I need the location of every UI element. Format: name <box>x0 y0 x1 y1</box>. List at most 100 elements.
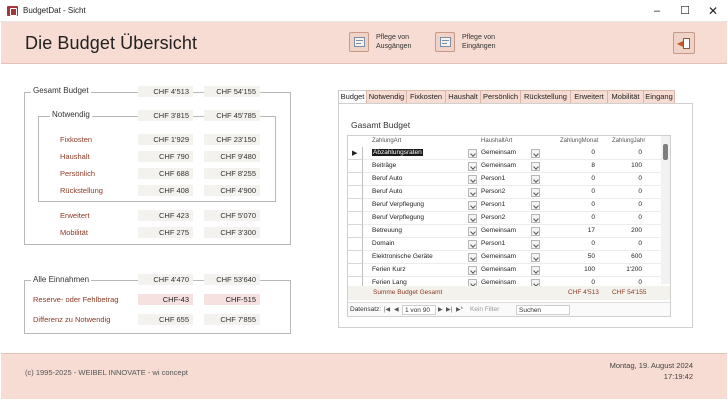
cell-zahlungart[interactable]: Beruf Verpflegung <box>372 201 424 208</box>
cell-zahlungmonat[interactable]: 100 <box>584 266 595 273</box>
cell-zahlungmonat[interactable]: 0 <box>591 188 595 195</box>
chevron-down-icon[interactable] <box>468 149 477 158</box>
chevron-down-icon[interactable] <box>531 266 540 275</box>
cell-zahlungmonat[interactable]: 0 <box>591 214 595 221</box>
cell-zahlungmonat[interactable]: 0 <box>591 240 595 247</box>
search-input[interactable]: Suchen <box>516 305 570 315</box>
cell-zahlungart[interactable]: Beiträge <box>372 162 396 169</box>
row-selector[interactable] <box>348 225 363 238</box>
cell-zahlungart[interactable]: Beruf Auto <box>372 188 402 195</box>
cell-zahlungart[interactable]: Ferien Lang <box>372 279 407 286</box>
cell-haushaltart[interactable]: Gemeinsam <box>481 279 516 286</box>
row-selector[interactable] <box>348 238 363 251</box>
new-record-button[interactable]: ▶* <box>456 306 463 313</box>
prev-record-button[interactable]: ◀ <box>394 306 399 313</box>
chevron-down-icon[interactable] <box>531 227 540 236</box>
tab-mobilitaet[interactable]: Mobilität <box>607 90 644 103</box>
cell-haushaltart[interactable]: Person1 <box>481 201 505 208</box>
cell-zahlungmonat[interactable]: 0 <box>591 279 595 286</box>
table-row[interactable]: Ferien Kurz Gemeinsam 100 1'200 <box>363 264 663 277</box>
chevron-down-icon[interactable] <box>468 240 477 249</box>
cell-zahlungart[interactable]: Beruf Auto <box>372 175 402 182</box>
last-record-button[interactable]: ▶| <box>446 306 452 313</box>
cell-zahlungmonat[interactable]: 0 <box>591 149 595 156</box>
cell-zahlungmonat[interactable]: 8 <box>591 162 595 169</box>
tab-notwendig[interactable]: Notwendig <box>366 90 407 103</box>
cell-zahlungjahr[interactable]: 0 <box>638 279 642 286</box>
cell-zahlungjahr[interactable]: 0 <box>638 201 642 208</box>
chevron-down-icon[interactable] <box>531 162 540 171</box>
cell-haushaltart[interactable]: Gemeinsam <box>481 253 516 260</box>
chevron-down-icon[interactable] <box>468 162 477 171</box>
chevron-down-icon[interactable] <box>468 253 477 262</box>
first-record-button[interactable]: |◀ <box>384 306 390 313</box>
cell-zahlungjahr[interactable]: 0 <box>638 240 642 247</box>
cell-haushaltart[interactable]: Gemeinsam <box>481 149 516 156</box>
cell-zahlungjahr[interactable]: 600 <box>631 253 642 260</box>
chevron-down-icon[interactable] <box>468 266 477 275</box>
tab-persoenlich[interactable]: Persönlich <box>480 90 521 103</box>
chevron-down-icon[interactable] <box>531 240 540 249</box>
table-row[interactable]: Elektronische Geräte Gemeinsam 50 600 <box>363 251 663 264</box>
table-row[interactable]: Abzahlungsraten Gemeinsam 0 0 <box>363 147 663 160</box>
tab-eingang[interactable]: Eingang <box>643 90 675 103</box>
minimize-button[interactable]: – <box>644 2 670 20</box>
tab-erweitert[interactable]: Erweitert <box>570 90 608 103</box>
row-selector[interactable] <box>348 212 363 225</box>
tab-rueckstellung[interactable]: Rückstellung <box>520 90 571 103</box>
cell-zahlungmonat[interactable]: 0 <box>591 175 595 182</box>
row-selector[interactable] <box>348 199 363 212</box>
chevron-down-icon[interactable] <box>468 175 477 184</box>
cell-zahlungmonat[interactable]: 50 <box>588 253 595 260</box>
chevron-down-icon[interactable] <box>531 201 540 210</box>
cell-zahlungjahr[interactable]: 0 <box>638 214 642 221</box>
cell-zahlungmonat[interactable]: 0 <box>591 201 595 208</box>
table-row[interactable]: Domain Person1 0 0 <box>363 238 663 251</box>
cell-zahlungjahr[interactable]: 0 <box>638 149 642 156</box>
row-selector[interactable]: ▶ <box>348 147 363 160</box>
col-header-zahlungjahr[interactable]: ZahlungJahr <box>612 138 645 144</box>
table-row[interactable]: Beruf Auto Person1 0 0 <box>363 173 663 186</box>
chevron-down-icon[interactable] <box>531 149 540 158</box>
cell-haushaltart[interactable]: Person2 <box>481 188 505 195</box>
chevron-down-icon[interactable] <box>468 201 477 210</box>
cell-haushaltart[interactable]: Person1 <box>481 240 505 247</box>
cell-haushaltart[interactable]: Person1 <box>481 175 505 182</box>
next-record-button[interactable]: ▶ <box>438 306 443 313</box>
maintain-expenses-button[interactable] <box>349 32 369 52</box>
row-selector[interactable] <box>348 160 363 173</box>
cell-zahlungart[interactable]: Ferien Kurz <box>372 266 406 273</box>
cell-zahlungart[interactable]: Betreuung <box>372 227 402 234</box>
row-selector[interactable] <box>348 251 363 264</box>
cell-haushaltart[interactable]: Person2 <box>481 214 505 221</box>
close-button[interactable]: ✕ <box>700 2 726 20</box>
chevron-down-icon[interactable] <box>531 214 540 223</box>
record-position[interactable]: 1 von 90 <box>402 305 436 315</box>
chevron-down-icon[interactable] <box>468 188 477 197</box>
row-selector[interactable] <box>348 173 363 186</box>
maximize-button[interactable]: ☐ <box>672 2 698 20</box>
cell-zahlungjahr[interactable]: 1'200 <box>626 266 642 273</box>
col-header-zahlungart[interactable]: ZahlungArt <box>372 138 401 144</box>
tab-budget[interactable]: Budget <box>338 90 367 104</box>
cell-zahlungart[interactable]: Beruf Verpflegung <box>372 214 424 221</box>
table-row[interactable]: Beiträge Gemeinsam 8 100 <box>363 160 663 173</box>
chevron-down-icon[interactable] <box>531 253 540 262</box>
cell-zahlungart[interactable]: Elektronische Geräte <box>372 253 433 260</box>
chevron-down-icon[interactable] <box>468 227 477 236</box>
cell-zahlungjahr[interactable]: 0 <box>638 188 642 195</box>
cell-haushaltart[interactable]: Gemeinsam <box>481 266 516 273</box>
row-selector[interactable] <box>348 186 363 199</box>
exit-button[interactable]: ◀ <box>673 32 695 54</box>
chevron-down-icon[interactable] <box>531 188 540 197</box>
cell-zahlungjahr[interactable]: 200 <box>631 227 642 234</box>
chevron-down-icon[interactable] <box>468 214 477 223</box>
cell-zahlungart[interactable]: Abzahlungsraten <box>372 149 423 156</box>
cell-zahlungjahr[interactable]: 100 <box>631 162 642 169</box>
chevron-down-icon[interactable] <box>531 175 540 184</box>
table-row[interactable]: Betreuung Gemeinsam 17 200 <box>363 225 663 238</box>
col-header-zahlungmonat[interactable]: ZahlungMonat <box>560 138 598 144</box>
cell-zahlungmonat[interactable]: 17 <box>588 227 595 234</box>
cell-zahlungart[interactable]: Domain <box>372 240 394 247</box>
cell-zahlungjahr[interactable]: 0 <box>638 175 642 182</box>
